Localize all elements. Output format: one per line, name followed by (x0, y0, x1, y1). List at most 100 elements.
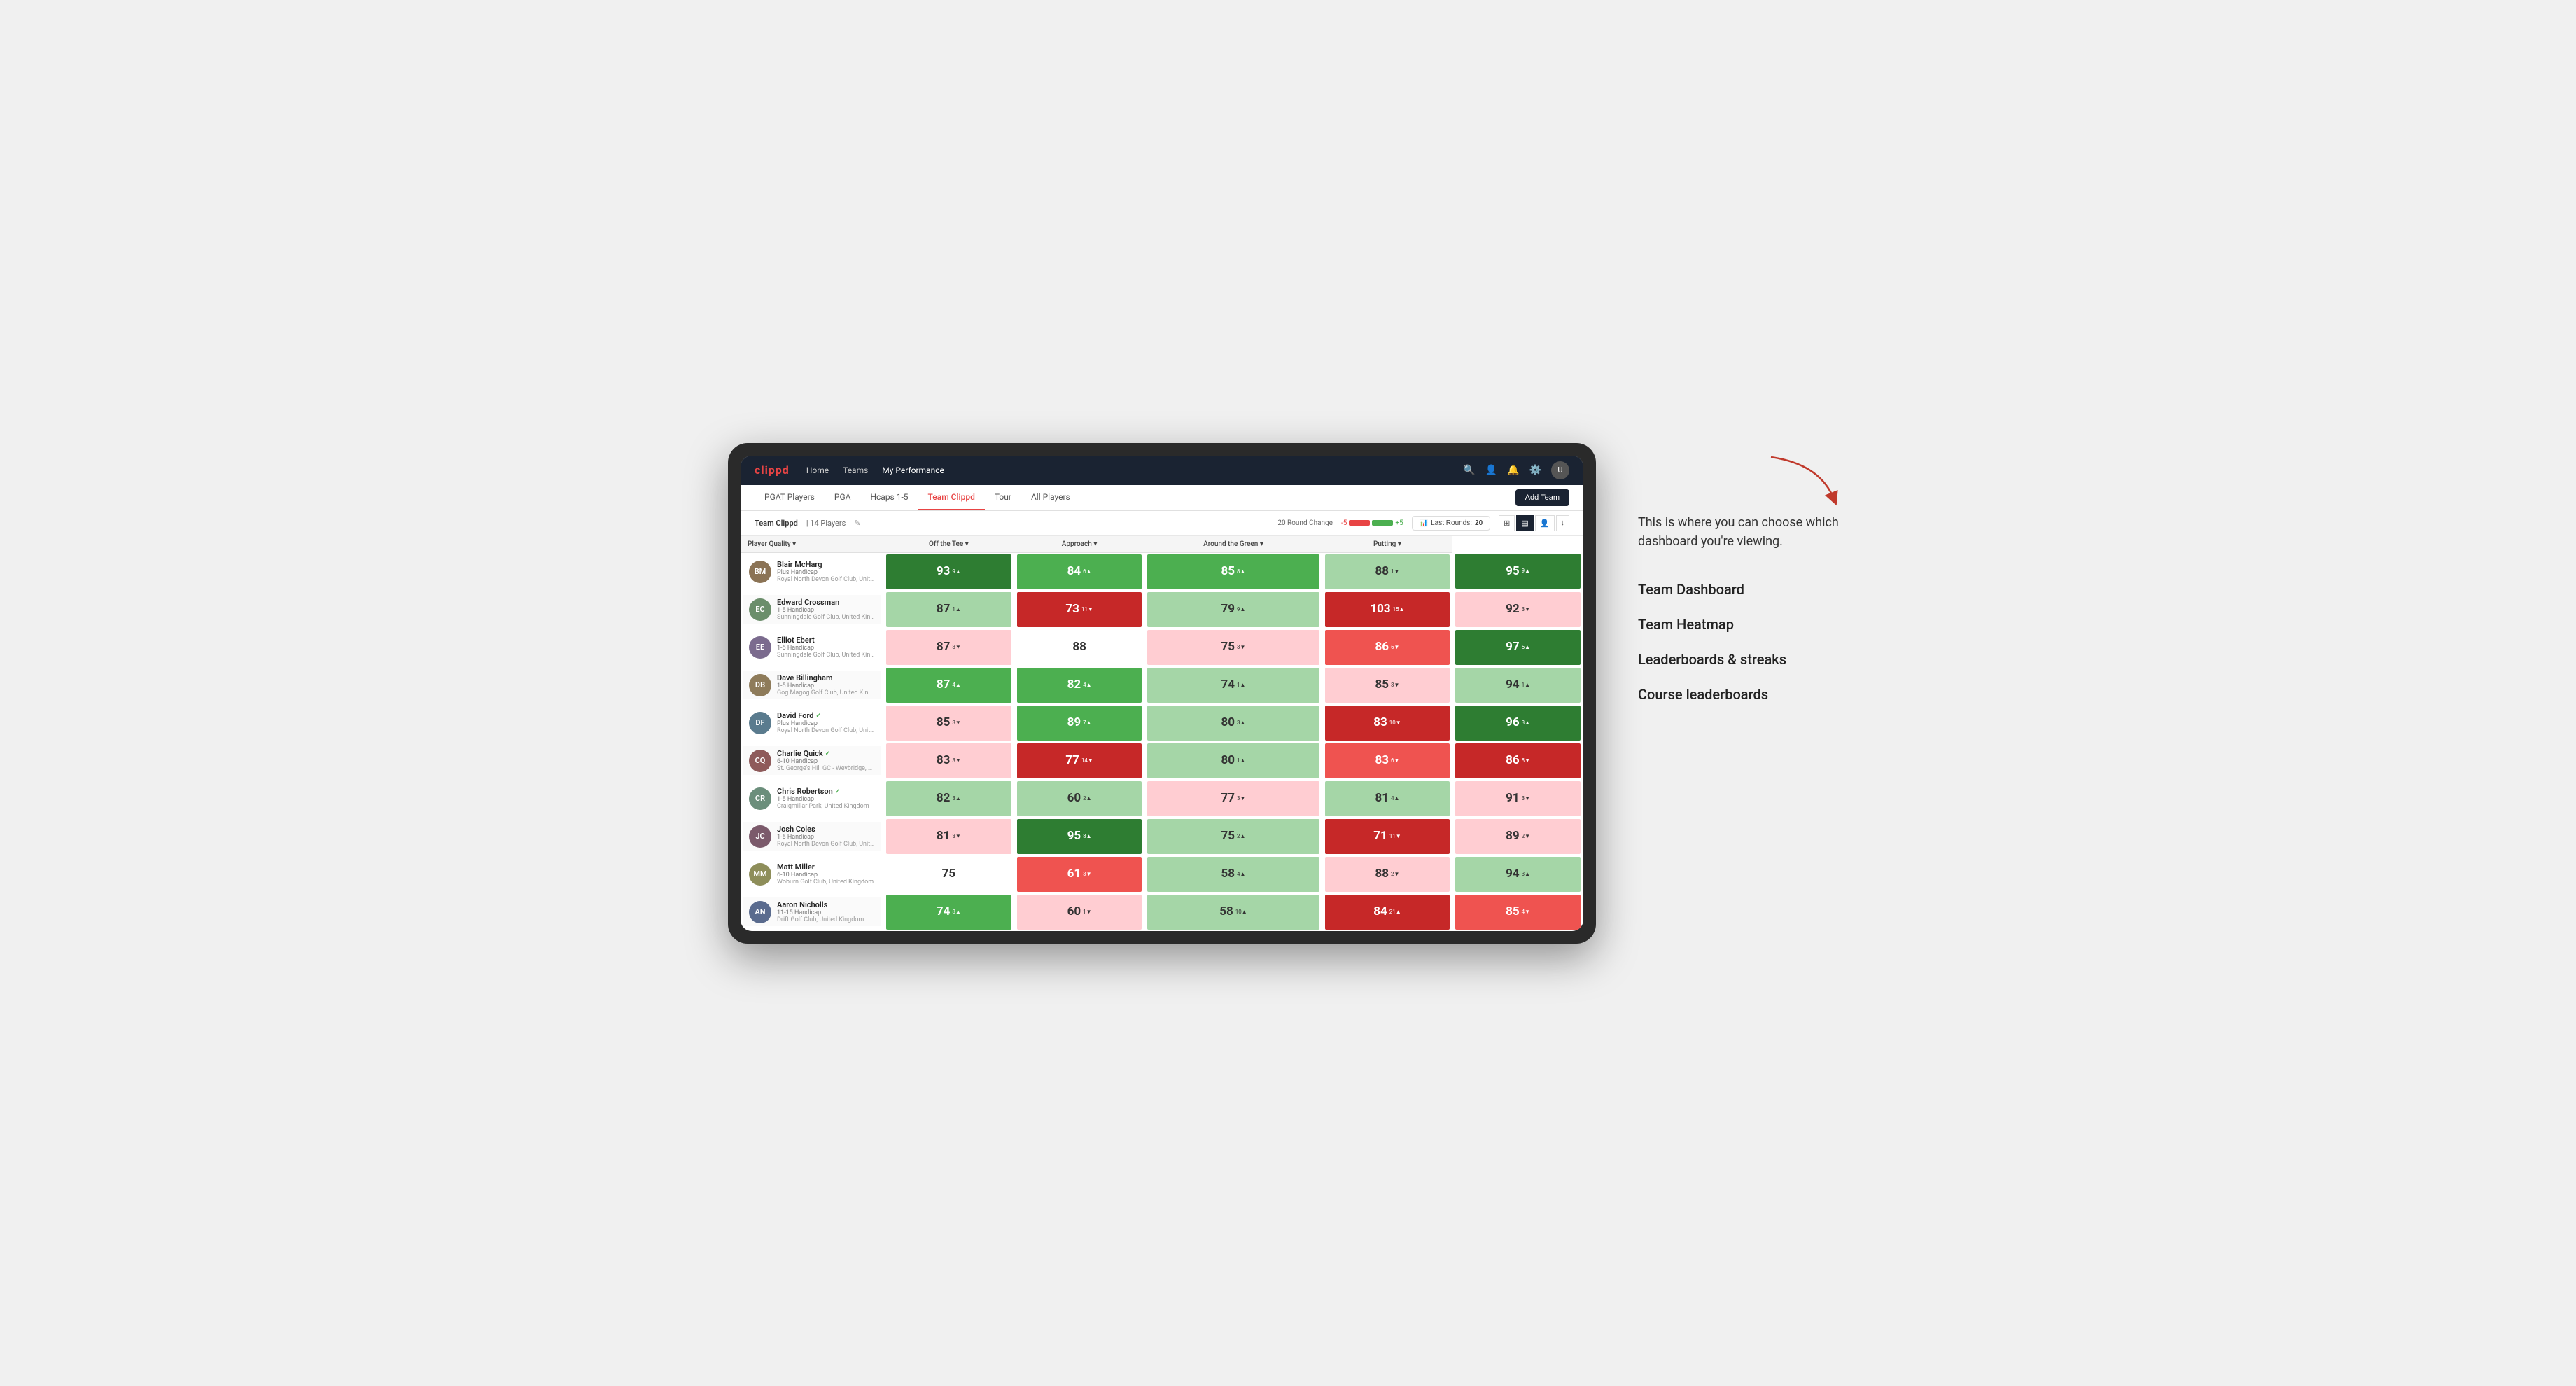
table-row: EEElliot Ebert1-5 HandicapSunningdale Go… (741, 629, 1583, 666)
tab-tour[interactable]: Tour (985, 485, 1021, 510)
stat-delta: 14▼ (1082, 758, 1093, 764)
player-info: Aaron Nicholls11-15 HandicapDrift Golf C… (777, 900, 875, 923)
bell-icon[interactable]: 🔔 (1507, 465, 1519, 476)
tab-team-clippd[interactable]: Team Clippd (918, 485, 985, 510)
player-info: Blair McHargPlus HandicapRoyal North Dev… (777, 560, 875, 583)
app-logo[interactable]: clippd (755, 463, 790, 477)
stat-delta: 3▼ (1391, 682, 1399, 688)
player-cell[interactable]: CRChris Robertson ✓1-5 HandicapCraigmill… (743, 784, 881, 813)
player-cell[interactable]: AN Aaron Nicholls11-15 HandicapDrift Golf… (743, 897, 881, 926)
edit-team-icon[interactable]: ✎ (854, 519, 860, 528)
stat-value: 60 (1068, 792, 1082, 804)
view-card-btn[interactable]: 👤 (1535, 515, 1555, 531)
stat-delta: 3▼ (952, 720, 960, 726)
view-grid-btn[interactable]: ⊞ (1499, 515, 1515, 531)
player-name: Aaron Nicholls (777, 900, 875, 909)
nav-my-performance[interactable]: My Performance (882, 463, 944, 478)
stat-cell: 8310▼ (1322, 704, 1453, 742)
stat-value: 81 (1375, 792, 1389, 804)
player-club: Drift Golf Club, United Kingdom (777, 916, 875, 923)
stat-value: 97 (1506, 641, 1520, 653)
stat-cell: 823▲ (883, 780, 1014, 818)
stat-value: 82 (1068, 679, 1082, 691)
stat-value: 95 (1506, 566, 1520, 578)
col-player-quality[interactable]: Player Quality ▾ (741, 536, 883, 553)
table-row: DBDave Billingham1-5 HandicapGog Magog G… (741, 666, 1583, 704)
stat-value: 85 (1506, 906, 1520, 918)
player-name: Charlie Quick ✓ (777, 749, 875, 758)
search-icon[interactable]: 🔍 (1463, 465, 1475, 476)
col-off-tee[interactable]: Off the Tee ▾ (883, 536, 1014, 553)
player-name: Matt Miller (777, 862, 875, 872)
player-cell[interactable]: ECEdward Crossman1-5 HandicapSunningdale… (743, 595, 881, 624)
stat-delta: 1▼ (1083, 909, 1091, 915)
stat-delta: 7▲ (1083, 720, 1091, 726)
annotation-list-item: Leaderboards & streaks (1638, 642, 1848, 677)
player-club: Royal North Devon Golf Club, United King… (777, 727, 875, 734)
stat-cell: 7311▼ (1014, 591, 1145, 629)
player-name: Dave Billingham (777, 673, 875, 682)
stat-value: 93 (937, 566, 951, 578)
tab-pgat-players[interactable]: PGAT Players (755, 485, 825, 510)
player-cell[interactable]: EEElliot Ebert1-5 HandicapSunningdale Go… (743, 633, 881, 662)
stat-delta: 3▼ (952, 758, 960, 764)
view-table-btn[interactable]: ▤ (1516, 515, 1533, 531)
stat-value: 80 (1222, 755, 1236, 766)
view-export-btn[interactable]: ↓ (1556, 515, 1570, 531)
stat-cell: 897▲ (1014, 704, 1145, 742)
player-cell[interactable]: DBDave Billingham1-5 HandicapGog Magog G… (743, 671, 881, 699)
nav-home[interactable]: Home (806, 463, 829, 478)
stat-value: 81 (937, 830, 951, 842)
avatar[interactable]: U (1551, 461, 1569, 479)
settings-icon[interactable]: ⚙️ (1530, 465, 1541, 476)
annotation-list: Team DashboardTeam HeatmapLeaderboards &… (1638, 572, 1848, 712)
stat-delta: 4▲ (1083, 682, 1091, 688)
player-handicap: 6-10 Handicap (777, 872, 875, 878)
col-approach[interactable]: Approach ▾ (1014, 536, 1145, 553)
col-putting[interactable]: Putting ▾ (1322, 536, 1453, 553)
stat-delta: 11▼ (1082, 607, 1093, 612)
stat-cell: 602▲ (1014, 780, 1145, 818)
stat-cell: 824▲ (1014, 666, 1145, 704)
stat-cell: 868▼ (1452, 742, 1583, 780)
nav-teams[interactable]: Teams (843, 463, 868, 478)
stat-cell: 836▼ (1322, 742, 1453, 780)
add-team-button[interactable]: Add Team (1516, 489, 1569, 506)
stat-value: 80 (1222, 717, 1236, 729)
stat-delta: 1▲ (1237, 682, 1245, 688)
stat-cell: 803▲ (1144, 704, 1322, 742)
nav-bar: clippd Home Teams My Performance 🔍 👤 🔔 ⚙… (741, 456, 1583, 485)
col-around-green[interactable]: Around the Green ▾ (1144, 536, 1322, 553)
stat-value: 88 (1375, 566, 1389, 578)
player-cell[interactable]: DFDavid Ford ✓Plus HandicapRoyal North D… (743, 708, 881, 737)
user-icon[interactable]: 👤 (1485, 465, 1497, 476)
player-cell[interactable]: CQCharlie Quick ✓6-10 HandicapSt. George… (743, 746, 881, 775)
player-cell[interactable]: BMBlair McHargPlus HandicapRoyal North D… (743, 557, 881, 586)
avatar: EE (749, 636, 771, 659)
last-rounds-button[interactable]: 📊 Last Rounds: 20 (1412, 516, 1491, 531)
stat-cell: 752▲ (1144, 818, 1322, 855)
stat-value: 88 (1072, 641, 1086, 653)
player-club: Sunningdale Golf Club, United Kingdom (777, 614, 875, 621)
stat-cell: 799▲ (1144, 591, 1322, 629)
last-rounds-label: Last Rounds: (1431, 519, 1472, 527)
avatar: AN (749, 901, 771, 923)
stat-cell: 584▲ (1144, 855, 1322, 893)
last-rounds-value: 20 (1475, 519, 1483, 527)
stat-delta: 3▼ (1522, 607, 1530, 612)
stat-cell: 7714▼ (1014, 742, 1145, 780)
player-cell[interactable]: MMMatt Miller6-10 HandicapWoburn Golf Cl… (743, 860, 881, 888)
player-cell[interactable]: JCJosh Coles1-5 HandicapRoyal North Devo… (743, 822, 881, 850)
player-club: Craigmillar Park, United Kingdom (777, 803, 875, 810)
stat-delta: 2▼ (1391, 872, 1399, 877)
stat-value: 85 (1222, 566, 1236, 578)
annotation-panel: This is where you can choose which dashb… (1638, 443, 1848, 712)
round-change-bar: -5 +5 (1341, 519, 1404, 527)
stat-value: 85 (937, 717, 951, 729)
stat-delta: 4▲ (1391, 796, 1399, 802)
tab-hcaps[interactable]: Hcaps 1-5 (860, 485, 918, 510)
stat-delta: 3▼ (952, 834, 960, 839)
tab-all-players[interactable]: All Players (1021, 485, 1080, 510)
table-row: AN Aaron Nicholls11-15 HandicapDrift Golf… (741, 893, 1583, 931)
tab-pga[interactable]: PGA (825, 485, 861, 510)
